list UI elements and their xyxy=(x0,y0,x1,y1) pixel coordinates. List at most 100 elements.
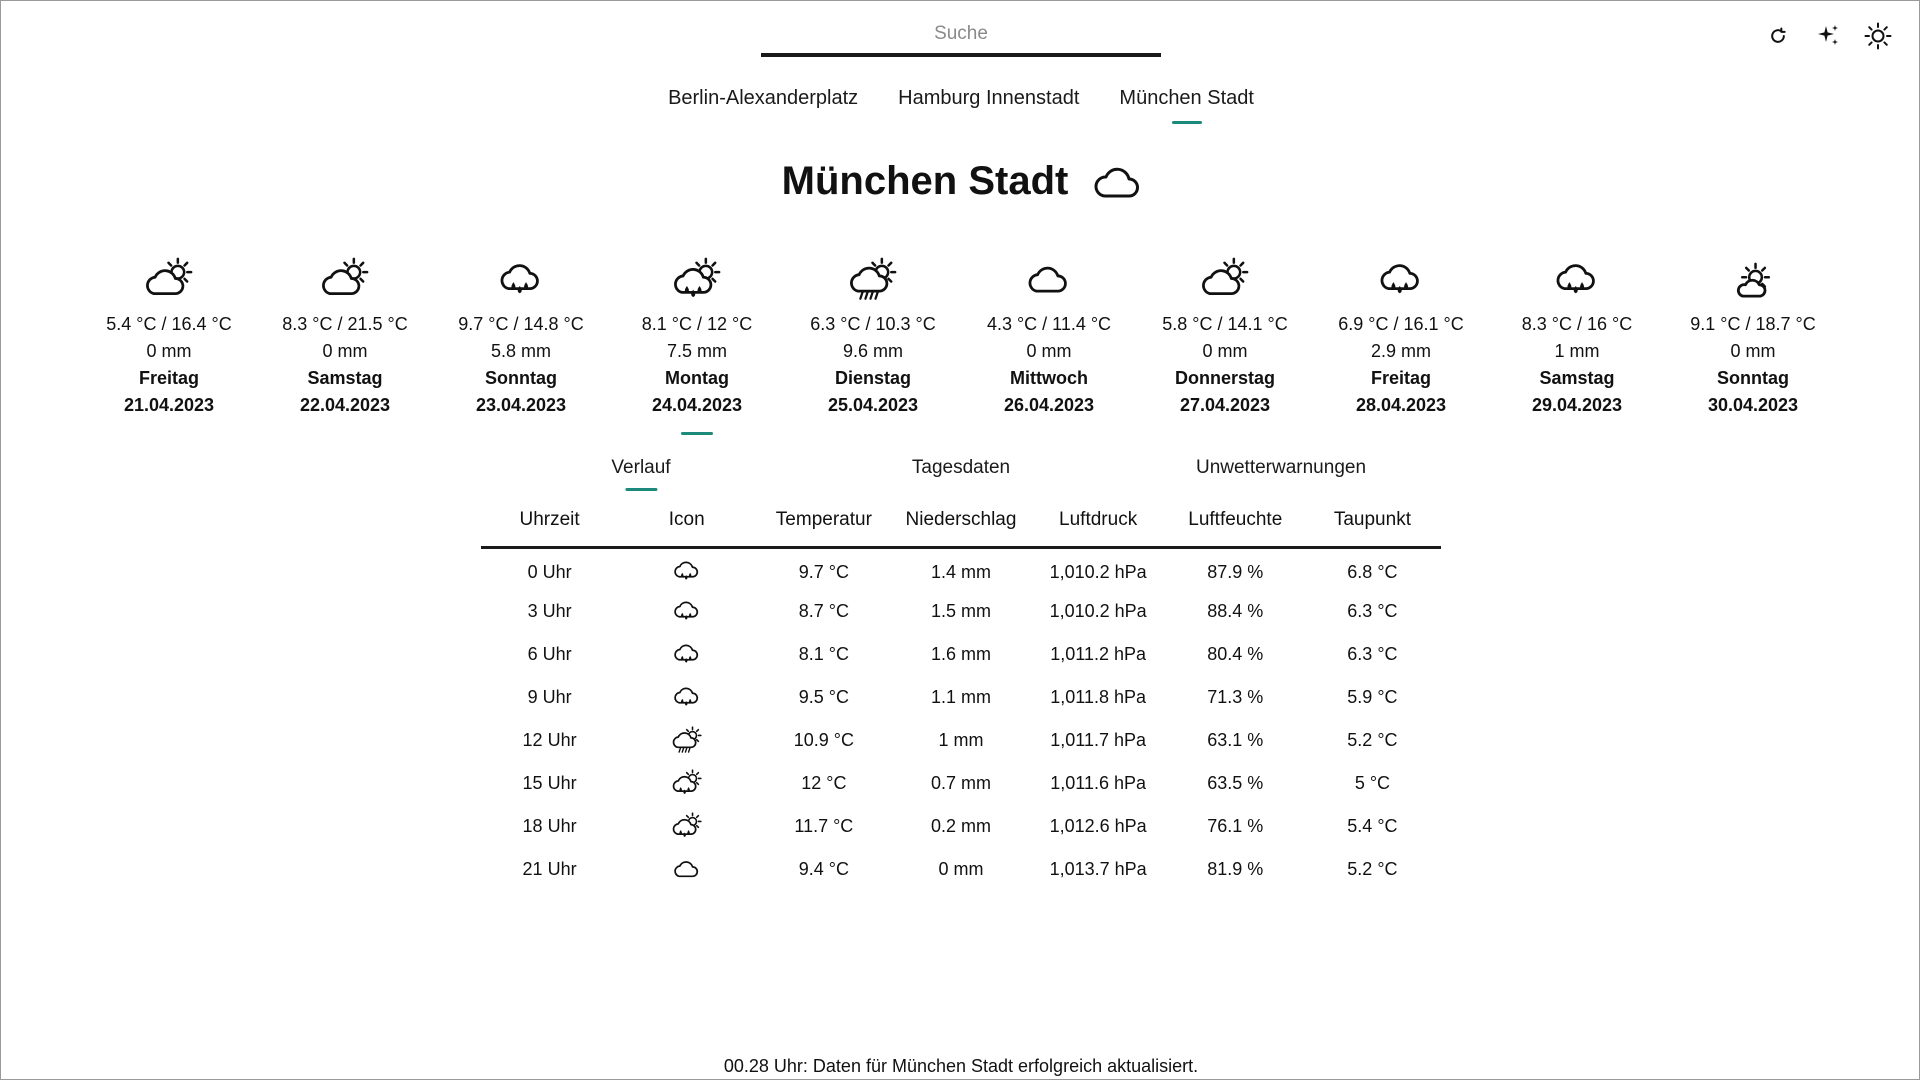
cell-pressure: 1,013.7 hPa xyxy=(1049,859,1147,879)
cell-temperature: 10.9 °C xyxy=(793,730,854,750)
tab-muenchen[interactable]: München Stadt xyxy=(1119,87,1254,124)
toolbar xyxy=(1763,21,1893,51)
sun-showers-icon xyxy=(618,725,755,756)
cell-precipitation: 0 mm xyxy=(938,859,984,879)
forecast-date: 24.04.2023 xyxy=(651,395,743,415)
cell-time: 18 Uhr xyxy=(522,816,577,836)
cell-precipitation: 1.6 mm xyxy=(930,644,991,664)
forecast-weekday: Donnerstag xyxy=(1174,368,1275,388)
cell-icon xyxy=(618,633,755,676)
cell-dewpoint: 5.4 °C xyxy=(1347,816,1398,836)
rain-cloud-icon xyxy=(1313,255,1489,305)
forecast-day[interactable]: 9.7 °C / 14.8 °C 5.8 mm Sonntag 23.04.2023 xyxy=(433,255,609,419)
table-row: 18 Uhr 11.7 °C 0.2 mm 1,012.6 hPa 76.1 % 5.4 … xyxy=(481,805,1441,848)
table-row: 6 Uhr 8.1 °C 1.6 mm 1,011.2 hPa 80.4 % 6.3 °C xyxy=(481,633,1441,676)
cell-pressure: 1,011.8 hPa xyxy=(1050,687,1146,707)
cell-pressure: 1,011.7 hPa xyxy=(1050,730,1146,750)
cell-humidity: 80.4 % xyxy=(1207,644,1264,664)
search-input[interactable] xyxy=(761,15,1161,57)
sun-icon[interactable] xyxy=(1863,21,1893,51)
location-tabs: Berlin-Alexanderplatz Hamburg Innenstadt… xyxy=(1,87,1920,124)
column-header-dewpoint: Taupunkt xyxy=(1303,509,1441,549)
cell-temperature: 9.5 °C xyxy=(798,687,849,707)
cell-precipitation: 1 mm xyxy=(938,730,984,750)
column-header-pressure: Luftdruck xyxy=(1029,509,1167,549)
table-row: 0 Uhr 9.7 °C 1.4 mm 1,010.2 hPa 87.9 % 6.8 °C xyxy=(481,547,1441,590)
cell-humidity: 81.9 % xyxy=(1207,859,1264,879)
forecast-day[interactable]: 8.3 °C / 16 °C 1 mm Samstag 29.04.2023 xyxy=(1489,255,1665,419)
rain-cloud-icon xyxy=(618,597,755,627)
tab-hamburg[interactable]: Hamburg Innenstadt xyxy=(898,87,1079,124)
tab-tagesdaten[interactable]: Tagesdaten xyxy=(912,457,1010,491)
forecast-strip: 5.4 °C / 16.4 °C 0 mm Freitag 21.04.2023 8.3… xyxy=(81,255,1841,419)
tab-verlauf[interactable]: Verlauf xyxy=(611,457,670,491)
forecast-weekday: Freitag xyxy=(138,368,199,388)
sunny-cloud-icon xyxy=(1665,255,1841,305)
rain-cloud-icon xyxy=(618,557,755,587)
rain-cloud-icon xyxy=(618,640,755,670)
cell-icon xyxy=(618,719,755,762)
cell-precipitation: 1.4 mm xyxy=(930,561,991,582)
forecast-day[interactable]: 4.3 °C / 11.4 °C 0 mm Mittwoch 26.04.2023 xyxy=(961,255,1137,419)
cell-time: 21 Uhr xyxy=(522,859,577,879)
forecast-temp: 8.3 °C / 21.5 °C xyxy=(282,314,408,334)
forecast-day[interactable]: 5.8 °C / 14.1 °C 0 mm Donnerstag 27.04.2023 xyxy=(1137,255,1313,419)
cell-pressure: 1,010.2 hPa xyxy=(1049,561,1147,582)
forecast-day[interactable]: 8.3 °C / 21.5 °C 0 mm Samstag 22.04.2023 xyxy=(257,255,433,419)
cell-precipitation: 1.5 mm xyxy=(930,601,991,621)
partly-cloudy-icon xyxy=(81,255,257,305)
cell-temperature: 8.1 °C xyxy=(798,644,849,664)
table-row: 21 Uhr 9.4 °C 0 mm 1,013.7 hPa 81.9 % 5.2 °C xyxy=(481,848,1441,891)
cell-icon xyxy=(618,848,755,891)
rain-cloud-icon xyxy=(433,255,609,305)
forecast-precip: 5.8 mm xyxy=(490,341,551,361)
table-row: 3 Uhr 8.7 °C 1.5 mm 1,010.2 hPa 88.4 % 6.3 °C xyxy=(481,590,1441,633)
forecast-temp: 6.9 °C / 16.1 °C xyxy=(1338,314,1464,334)
forecast-precip: 2.9 mm xyxy=(1370,341,1431,361)
title-row: München Stadt xyxy=(1,159,1920,204)
tab-unwetterwarnungen[interactable]: Unwetterwarnungen xyxy=(1196,457,1366,491)
cell-pressure: 1,011.6 hPa xyxy=(1050,773,1146,793)
cell-time: 15 Uhr xyxy=(522,773,577,793)
forecast-day[interactable]: 6.9 °C / 16.1 °C 2.9 mm Freitag 28.04.2023 xyxy=(1313,255,1489,419)
forecast-precip: 7.5 mm xyxy=(666,341,727,361)
cell-time: 6 Uhr xyxy=(527,644,572,664)
forecast-weekday: Sonntag xyxy=(485,368,557,388)
cell-dewpoint: 6.8 °C xyxy=(1347,561,1398,582)
rain-cloud-icon xyxy=(1489,255,1665,305)
cell-temperature: 9.7 °C xyxy=(798,561,849,582)
forecast-weekday: Mittwoch xyxy=(1010,368,1088,388)
forecast-day[interactable]: 9.1 °C / 18.7 °C 0 mm Sonntag 30.04.2023 xyxy=(1665,255,1841,419)
sun-rain-icon xyxy=(618,811,755,842)
sparkle-icon[interactable] xyxy=(1813,21,1843,51)
forecast-temp: 4.3 °C / 11.4 °C xyxy=(986,314,1112,334)
refresh-icon[interactable] xyxy=(1763,21,1793,51)
table-row: 15 Uhr 12 °C 0.7 mm 1,011.6 hPa 63.5 % 5 °C xyxy=(481,762,1441,805)
cell-pressure: 1,010.2 hPa xyxy=(1049,601,1147,621)
forecast-date: 27.04.2023 xyxy=(1179,395,1271,415)
cell-precipitation: 1.1 mm xyxy=(930,687,991,707)
sun-rain-icon xyxy=(618,768,755,799)
cell-dewpoint: 5 °C xyxy=(1354,773,1391,793)
cell-time: 12 Uhr xyxy=(522,730,577,750)
cell-dewpoint: 6.3 °C xyxy=(1347,601,1398,621)
tab-berlin[interactable]: Berlin-Alexanderplatz xyxy=(668,87,858,124)
cell-humidity: 88.4 % xyxy=(1207,601,1264,621)
forecast-temp: 5.4 °C / 16.4 °C xyxy=(106,314,232,334)
cell-temperature: 11.7 °C xyxy=(794,816,854,836)
cell-icon xyxy=(618,762,755,805)
forecast-day[interactable]: 5.4 °C / 16.4 °C 0 mm Freitag 21.04.2023 xyxy=(81,255,257,419)
cloud-icon xyxy=(1094,165,1140,199)
forecast-temp: 9.7 °C / 14.8 °C xyxy=(458,314,584,334)
partly-cloudy-icon xyxy=(1137,255,1313,305)
cell-dewpoint: 5.2 °C xyxy=(1347,730,1398,750)
forecast-precip: 0 mm xyxy=(146,341,192,361)
cell-humidity: 63.5 % xyxy=(1207,773,1264,793)
forecast-day[interactable]: 8.1 °C / 12 °C 7.5 mm Montag 24.04.2023 xyxy=(609,255,785,419)
sun-showers-icon xyxy=(785,255,961,305)
column-header-time: Uhrzeit xyxy=(481,509,619,549)
forecast-day[interactable]: 6.3 °C / 10.3 °C 9.6 mm Dienstag 25.04.2023 xyxy=(785,255,961,419)
cell-dewpoint: 6.3 °C xyxy=(1347,644,1398,664)
rain-cloud-icon xyxy=(618,683,755,713)
forecast-date: 22.04.2023 xyxy=(299,395,391,415)
